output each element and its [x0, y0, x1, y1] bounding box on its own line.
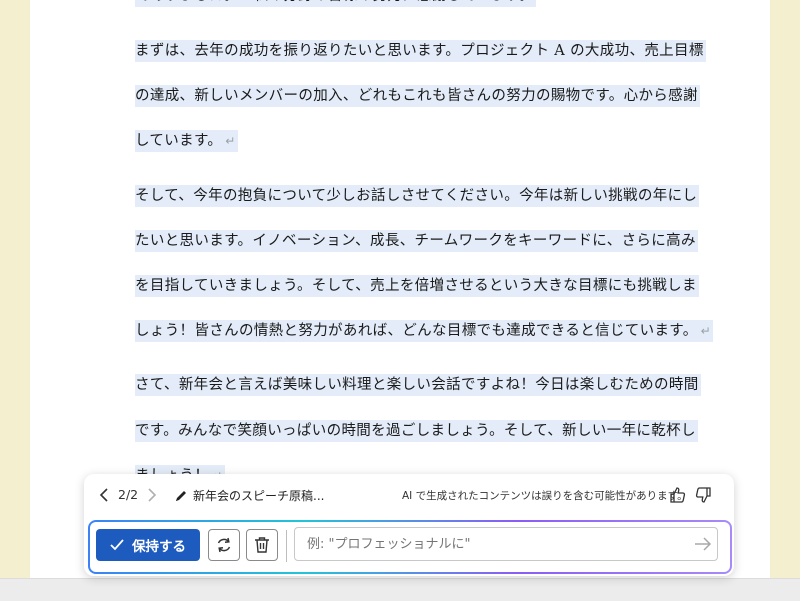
ai-disclaimer: AI で生成されたコンテンツは誤りを含む可能性があります。	[402, 490, 688, 502]
trash-icon	[255, 537, 269, 553]
previous-button[interactable]	[94, 485, 114, 505]
text-line-content: そして、今年の抱負について少しお話しさせてください。今年は新しい挑戦の年にし	[135, 188, 698, 204]
discard-button[interactable]	[246, 529, 278, 561]
text-line-content: まずは、去年の成功を振り返りたいと思います。プロジェクト A の大成功、売上目標	[135, 43, 704, 59]
text-line-content: でありました。…私の分野の皆様の努力に感謝しています。	[135, 0, 534, 4]
send-arrow-icon[interactable]	[694, 535, 712, 553]
text-line-content: たいと思います。イノベーション、成長、チームワークをキーワードに、さらに高み	[135, 233, 696, 249]
next-button[interactable]	[142, 485, 162, 505]
text-line[interactable]: を目指していきましょう。そして、売上を倍増させるという大きな目標にも挑戦しま	[135, 275, 699, 297]
status-bar	[0, 578, 800, 601]
refresh-icon	[217, 537, 231, 553]
text-line[interactable]: の達成、新しいメンバーの加入、どれもこれも皆さんの努力の賜物です。心から感謝	[135, 85, 700, 107]
refine-prompt-input[interactable]	[294, 527, 718, 561]
text-line[interactable]: でありました。…私の分野の皆様の努力に感謝しています。	[135, 0, 536, 7]
text-line[interactable]: しています。 ↵	[135, 130, 238, 152]
text-line[interactable]: そして、今年の抱負について少しお話しさせてください。今年は新しい挑戦の年にし	[135, 185, 700, 207]
text-line-content: の達成、新しいメンバーの加入、どれもこれも皆さんの努力の賜物です。心から感謝	[135, 88, 698, 104]
thumbs-up-icon[interactable]	[669, 486, 687, 504]
copilot-action-bar: 保持する	[88, 520, 732, 574]
paragraph-mark-icon: ↵	[225, 134, 236, 148]
separator	[286, 530, 287, 562]
paragraph-mark-icon: ↵	[700, 324, 711, 338]
chevron-left-icon	[99, 488, 108, 502]
regenerate-button[interactable]	[208, 529, 240, 561]
keep-button[interactable]: 保持する	[96, 529, 200, 561]
pen-icon	[176, 490, 186, 501]
checkmark-icon	[110, 539, 124, 551]
chevron-right-icon	[148, 488, 157, 502]
draft-title-text: 新年会のスピーチ原稿...	[193, 489, 325, 503]
draft-title: 新年会のスピーチ原稿...	[174, 487, 324, 504]
copilot-header: 2/2 新年会のスピーチ原稿... AI で生成されたコンテンツは誤りを含む可能…	[84, 474, 734, 516]
text-line[interactable]: さて、新年会と言えば美味しい料理と楽しい会話ですよね！今日は楽しむための時間	[135, 374, 701, 396]
text-line[interactable]: です。みんなで笑顔いっぱいの時間を過ごしましょう。そして、新しい一年に乾杯し	[135, 420, 698, 442]
copilot-rewrite-panel: 2/2 新年会のスピーチ原稿... AI で生成されたコンテンツは誤りを含む可能…	[84, 474, 734, 576]
text-line-content: しています。	[135, 133, 223, 149]
text-line-content: です。みんなで笑顔いっぱいの時間を過ごしましょう。そして、新しい一年に乾杯し	[135, 423, 696, 439]
result-counter: 2/2	[118, 487, 139, 502]
text-line-content: さて、新年会と言えば美味しい料理と楽しい会話ですよね！今日は楽しむための時間	[135, 377, 699, 393]
text-line-content: を目指していきましょう。そして、売上を倍増させるという大きな目標にも挑戦しま	[135, 278, 697, 294]
text-line[interactable]: しょう！皆さんの情熱と努力があれば、どんな目標でも達成できると信じています。 ↵	[135, 320, 713, 342]
keep-button-label: 保持する	[132, 539, 186, 555]
thumbs-down-icon[interactable]	[694, 486, 712, 504]
text-line-content: しょう！皆さんの情熱と努力があれば、どんな目標でも達成できると信じています。	[135, 323, 698, 339]
text-line[interactable]: まずは、去年の成功を振り返りたいと思います。プロジェクト A の大成功、売上目標	[135, 40, 706, 62]
text-line[interactable]: たいと思います。イノベーション、成長、チームワークをキーワードに、さらに高み	[135, 230, 698, 252]
